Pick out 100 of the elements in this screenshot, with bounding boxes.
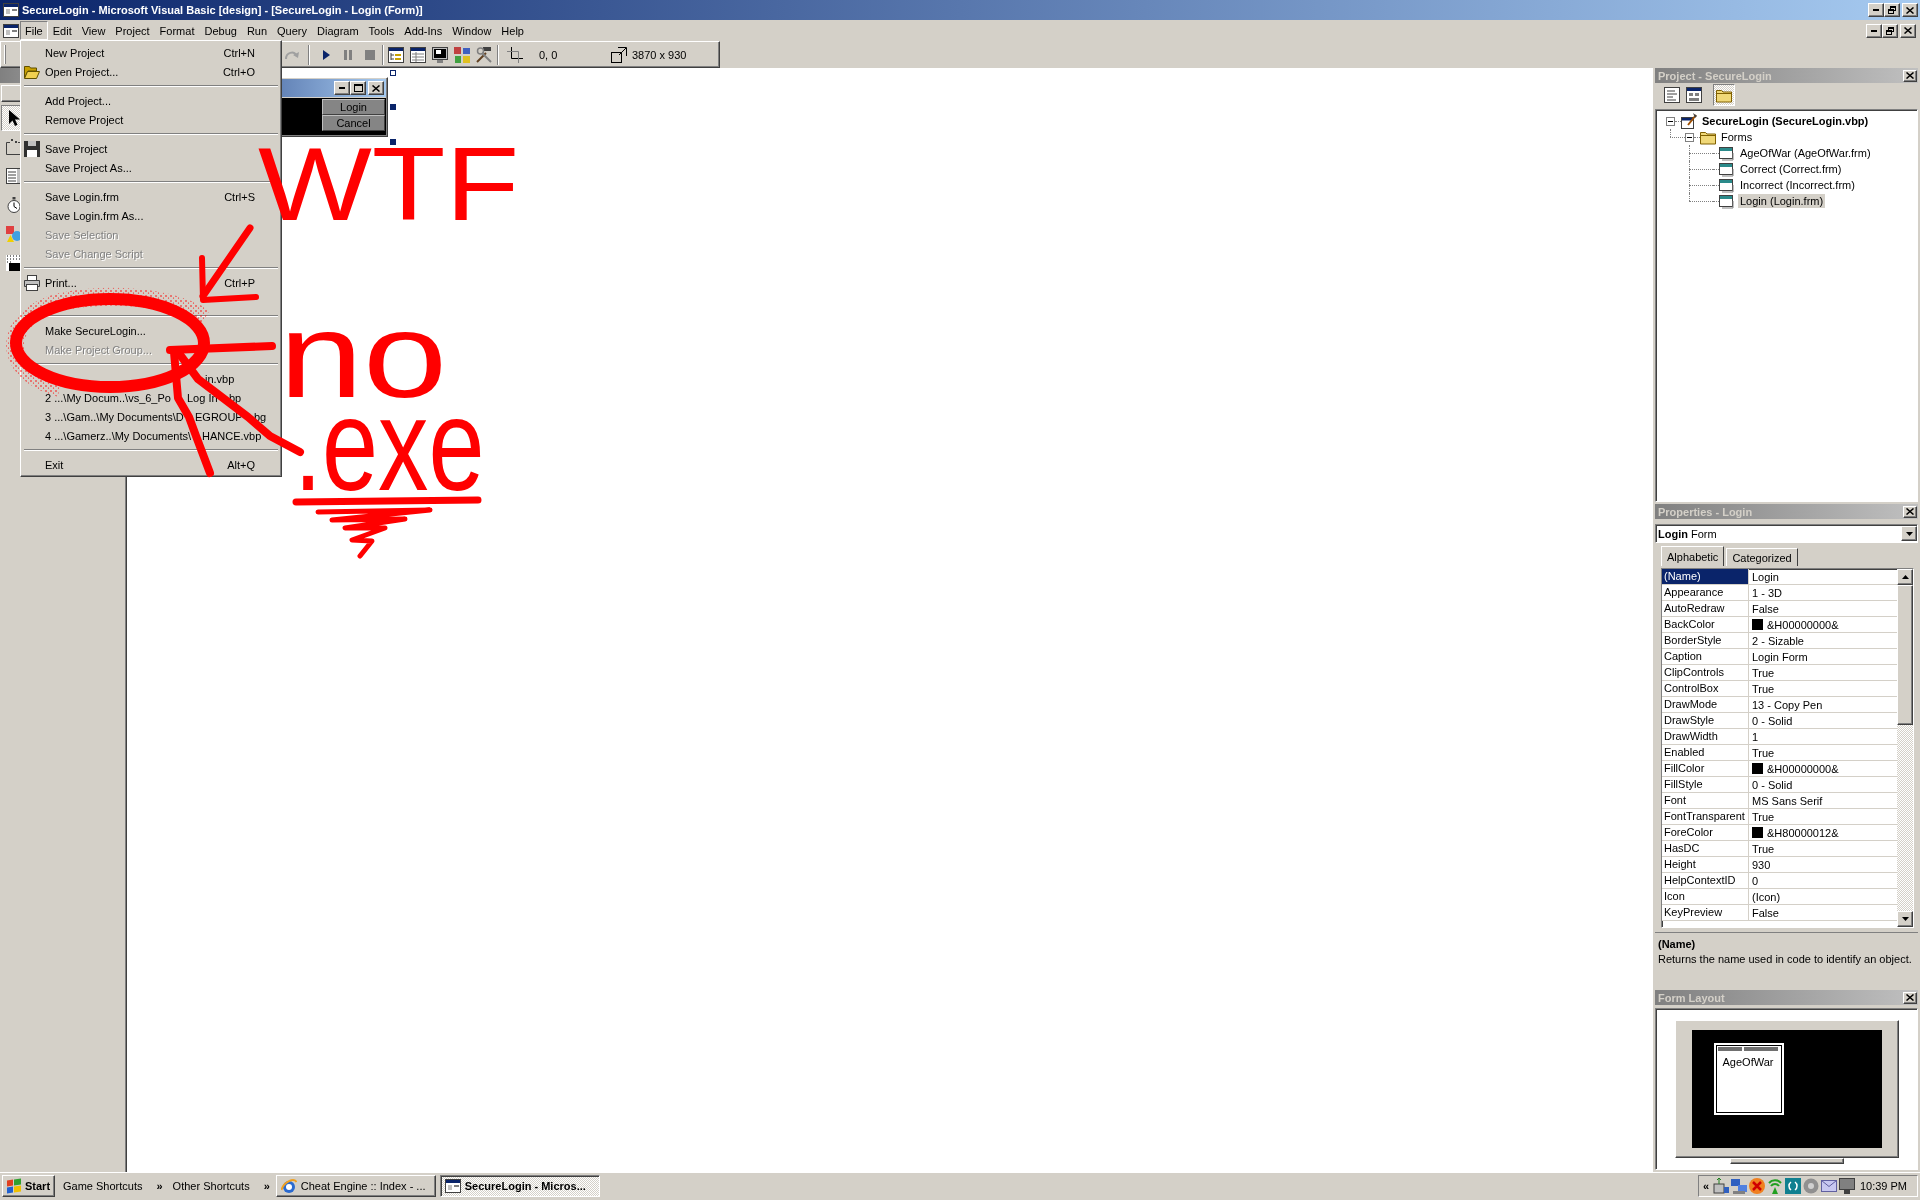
- property-name[interactable]: AutoRedraw: [1662, 601, 1749, 617]
- dropdown-button[interactable]: [1901, 526, 1917, 541]
- tree-item[interactable]: Incorrect (Incorrect.frm): [1738, 178, 1857, 192]
- minimize-button[interactable]: [1868, 3, 1884, 17]
- property-name[interactable]: BorderStyle: [1662, 633, 1749, 649]
- task-button[interactable]: Cheat Engine :: Index - ...: [275, 1175, 436, 1197]
- property-name[interactable]: FontTransparent: [1662, 809, 1749, 825]
- property-value[interactable]: True: [1752, 842, 1775, 855]
- close-button[interactable]: [1903, 505, 1917, 518]
- property-name[interactable]: (Name): [1662, 569, 1749, 585]
- resize-handle[interactable]: [390, 104, 396, 110]
- property-value[interactable]: Login Form: [1752, 650, 1808, 663]
- close-button[interactable]: [1900, 23, 1916, 38]
- tree-item[interactable]: Correct (Correct.frm): [1738, 162, 1844, 176]
- menu-bar-item[interactable]: Help: [496, 21, 529, 40]
- property-value[interactable]: 1 - 3D: [1752, 586, 1782, 599]
- property-name[interactable]: FillStyle: [1662, 777, 1749, 793]
- property-value[interactable]: True: [1752, 746, 1775, 759]
- tab[interactable]: Alphabetic: [1661, 546, 1725, 566]
- menu-bar-item[interactable]: Debug: [199, 21, 242, 40]
- property-value[interactable]: True: [1752, 810, 1775, 823]
- chevron-button[interactable]: »: [261, 1180, 272, 1192]
- property-value[interactable]: 1: [1752, 730, 1759, 743]
- menu-item[interactable]: Remove Project: [45, 113, 124, 126]
- tree-item[interactable]: AgeOfWar (AgeOfWar.frm): [1738, 146, 1873, 160]
- menu-item[interactable]: Save Project: [45, 142, 108, 155]
- collapse-icon[interactable]: [1666, 116, 1675, 126]
- menu-item-text[interactable]: Log In: [187, 391, 218, 404]
- property-name[interactable]: Appearance: [1662, 585, 1749, 601]
- property-name[interactable]: KeyPreview: [1662, 905, 1749, 921]
- menu-bar-item[interactable]: File: [20, 21, 48, 40]
- menu-item[interactable]: Make SecureLogin...: [45, 324, 146, 337]
- menu-item-text[interactable]: in.vbp: [205, 372, 235, 385]
- close-button[interactable]: [368, 81, 384, 95]
- property-value[interactable]: &H00000000&: [1767, 762, 1839, 775]
- maximize-button[interactable]: [350, 81, 366, 95]
- task-button[interactable]: SecureLogin - Micros...: [439, 1175, 600, 1197]
- property-name[interactable]: BackColor: [1662, 617, 1749, 633]
- start-button[interactable]: Start: [2, 1175, 55, 1197]
- property-value[interactable]: 2 - Sizable: [1752, 634, 1804, 647]
- scroll-up-button[interactable]: [1897, 569, 1913, 585]
- property-value[interactable]: 0 - Solid: [1752, 778, 1793, 791]
- menu-item[interactable]: New Project: [45, 46, 105, 59]
- menu-item-text[interactable]: EGROUP: [195, 410, 243, 423]
- menu-bar-item[interactable]: Run: [241, 21, 273, 40]
- tree-item[interactable]: SecureLogin (SecureLogin.vbp): [1700, 114, 1871, 128]
- menu-item[interactable]: Add Project...: [45, 94, 112, 107]
- menu-bar-item[interactable]: Window: [447, 21, 497, 40]
- menu-item[interactable]: Print...: [45, 276, 77, 289]
- menu-bar-item[interactable]: Add-Ins: [399, 21, 448, 40]
- property-name[interactable]: ForeColor: [1662, 825, 1749, 841]
- panel-tool-button[interactable]: [1661, 84, 1683, 106]
- menu-bar-item[interactable]: Tools: [363, 21, 400, 40]
- resize-handle[interactable]: [390, 70, 396, 76]
- menu-bar-item[interactable]: Project: [110, 21, 155, 40]
- menu-bar-item[interactable]: Edit: [47, 21, 77, 40]
- property-value[interactable]: 0: [1752, 874, 1759, 887]
- property-value[interactable]: 0 - Solid: [1752, 714, 1793, 727]
- property-name[interactable]: HelpContextID: [1662, 873, 1749, 889]
- property-name[interactable]: ClipControls: [1662, 665, 1749, 681]
- property-name[interactable]: DrawMode: [1662, 697, 1749, 713]
- close-button[interactable]: [1902, 3, 1918, 17]
- close-button[interactable]: [1903, 69, 1917, 82]
- property-value[interactable]: MS Sans Serif: [1752, 794, 1823, 807]
- property-value[interactable]: (Icon): [1752, 890, 1781, 903]
- form-preview[interactable]: AgeOfWar: [1713, 1043, 1784, 1115]
- property-name[interactable]: Icon: [1662, 889, 1749, 905]
- property-value[interactable]: &H00000000&: [1767, 618, 1839, 631]
- collapse-icon[interactable]: [1685, 132, 1694, 142]
- restore-button[interactable]: [1882, 23, 1898, 38]
- scrollbar-thumb[interactable]: [1897, 585, 1913, 725]
- command-button[interactable]: Login: [322, 99, 385, 115]
- property-name[interactable]: Enabled: [1662, 745, 1749, 761]
- panel-tool-button[interactable]: [1683, 84, 1705, 106]
- property-value[interactable]: 13 - Copy Pen: [1752, 698, 1823, 711]
- property-name[interactable]: FillColor: [1662, 761, 1749, 777]
- menu-item[interactable]: Save Project As...: [45, 161, 132, 174]
- menu-bar-item[interactable]: Diagram: [312, 21, 364, 40]
- minimize-button[interactable]: [334, 81, 350, 95]
- property-name[interactable]: Font: [1662, 793, 1749, 809]
- property-value[interactable]: Login: [1752, 570, 1779, 583]
- menu-bar-item[interactable]: View: [76, 21, 111, 40]
- chevron-button[interactable]: »: [154, 1180, 165, 1192]
- close-button[interactable]: [1903, 991, 1917, 1004]
- menu-item-text[interactable]: 4 ...\Gamerz..\My Documents\: [45, 429, 192, 442]
- property-value[interactable]: 930: [1752, 858, 1771, 871]
- property-name[interactable]: DrawWidth: [1662, 729, 1749, 745]
- property-name[interactable]: ControlBox: [1662, 681, 1749, 697]
- menu-item[interactable]: Save Login.frm As...: [45, 209, 144, 222]
- menu-bar-item[interactable]: Format: [154, 21, 200, 40]
- property-value[interactable]: True: [1752, 666, 1775, 679]
- menu-item[interactable]: Save Login.frm: [45, 190, 119, 203]
- scroll-down-button[interactable]: [1897, 911, 1913, 927]
- property-name[interactable]: Caption: [1662, 649, 1749, 665]
- menu-bar-item[interactable]: Query: [272, 21, 313, 40]
- tree-item[interactable]: Login (Login.frm): [1738, 194, 1826, 208]
- minimize-button[interactable]: [1866, 23, 1882, 38]
- menu-item[interactable]: Open Project...: [45, 65, 119, 78]
- object-combo[interactable]: Login Form: [1655, 524, 1918, 543]
- menu-item-text[interactable]: 2 ...\My Docum..\vs_6_Po: [45, 391, 171, 404]
